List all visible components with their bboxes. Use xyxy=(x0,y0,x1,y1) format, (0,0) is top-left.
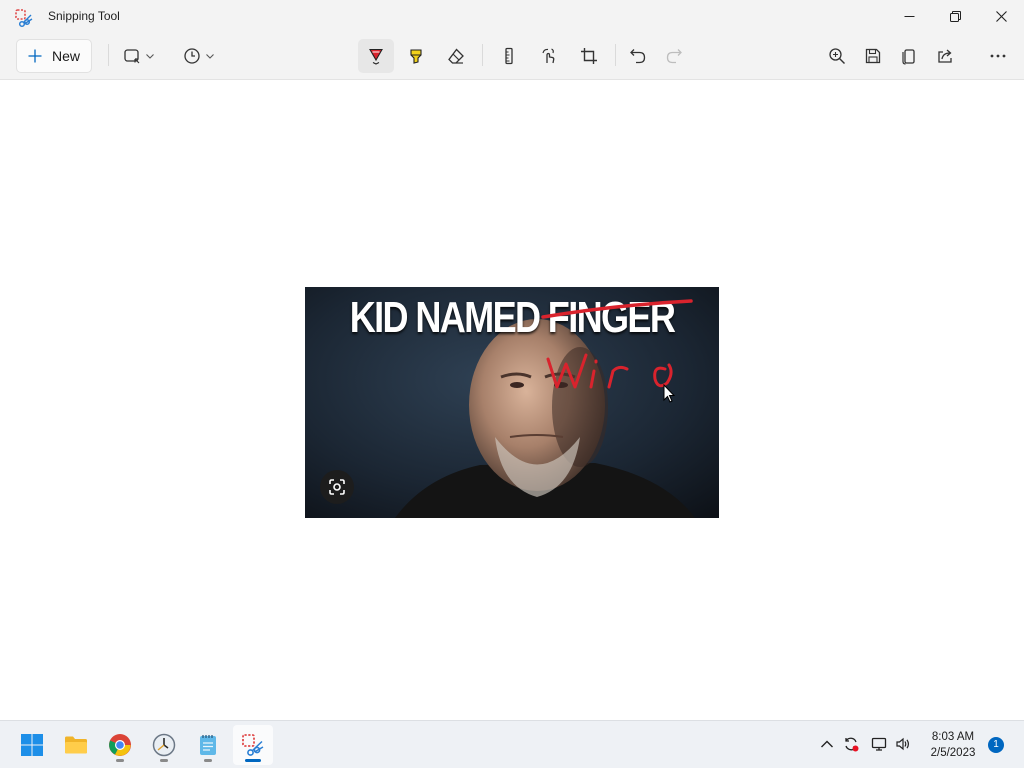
minimize-button[interactable] xyxy=(886,0,932,32)
snipping-tool-icon xyxy=(242,734,264,756)
chevron-down-icon xyxy=(206,54,214,59)
clock-time: 8:03 AM xyxy=(931,731,975,743)
snipping-tool-app-icon xyxy=(15,9,33,28)
new-snip-button[interactable]: New xyxy=(16,39,92,73)
minimize-icon xyxy=(904,15,914,17)
highlighter-icon xyxy=(410,49,422,64)
undo-button[interactable] xyxy=(620,39,656,73)
clock-date: 2/5/2023 xyxy=(930,747,976,759)
window-title: Snipping Tool xyxy=(48,9,120,23)
ruler-button[interactable] xyxy=(491,39,527,73)
clock-app-icon xyxy=(152,733,176,757)
more-icon xyxy=(990,54,1006,58)
snip-mode-dropdown[interactable] xyxy=(117,39,163,73)
chrome-icon xyxy=(109,734,131,756)
running-indicator xyxy=(204,759,212,762)
zoom-in-icon xyxy=(829,48,845,64)
pen-icon xyxy=(369,48,383,65)
copy-icon xyxy=(902,49,915,65)
crop-button[interactable] xyxy=(571,39,607,73)
taskbar-file-explorer[interactable] xyxy=(56,725,96,765)
close-button[interactable] xyxy=(978,0,1024,32)
toolbar-divider xyxy=(108,44,109,66)
highlighter-button[interactable] xyxy=(398,39,434,73)
delay-dropdown[interactable] xyxy=(177,39,223,73)
toolbar-divider xyxy=(482,44,483,66)
taskbar: 8:03 AM 2/5/2023 1 xyxy=(0,720,1024,768)
more-options-button[interactable] xyxy=(980,39,1016,73)
notification-badge[interactable]: 1 xyxy=(988,737,1004,753)
touch-writing-icon xyxy=(542,48,555,64)
active-indicator xyxy=(245,759,261,762)
ballpoint-pen-button[interactable] xyxy=(358,39,394,73)
redo-button[interactable] xyxy=(656,39,692,73)
share-icon xyxy=(938,49,952,63)
redo-icon xyxy=(666,49,682,64)
clock-icon xyxy=(184,48,200,64)
volume-button[interactable] xyxy=(893,733,913,755)
running-indicator xyxy=(116,759,124,762)
restore-button[interactable] xyxy=(932,0,978,32)
new-snip-label: New xyxy=(52,48,81,64)
title-bar: Snipping Tool xyxy=(0,0,1024,34)
network-button[interactable] xyxy=(869,733,889,755)
pen-annotation xyxy=(541,299,693,389)
eraser-icon xyxy=(448,48,464,64)
rectangle-snip-icon xyxy=(124,49,140,64)
taskbar-snipping-tool[interactable] xyxy=(233,725,273,765)
show-hidden-icons-button[interactable] xyxy=(817,733,837,755)
touch-writing-button[interactable] xyxy=(531,39,567,73)
chevron-up-icon xyxy=(821,740,833,748)
save-icon xyxy=(865,48,881,64)
folder-icon xyxy=(65,736,87,754)
mouse-cursor-icon xyxy=(663,384,675,403)
captured-snip-image[interactable]: KID NAMED FINGER xyxy=(305,287,719,518)
visual-search-icon xyxy=(329,479,345,495)
volume-icon xyxy=(896,737,909,751)
network-icon xyxy=(871,737,887,751)
notepad-icon xyxy=(200,735,216,755)
toolbar-divider xyxy=(615,44,616,66)
eraser-button[interactable] xyxy=(438,39,474,73)
taskbar-notepad[interactable] xyxy=(188,725,228,765)
tray-sync-icon-button[interactable] xyxy=(841,733,861,755)
chevron-down-icon xyxy=(146,54,154,59)
windows-logo-icon xyxy=(21,734,43,756)
crop-icon xyxy=(581,48,597,64)
save-button[interactable] xyxy=(855,39,891,73)
zoom-button[interactable] xyxy=(819,39,855,73)
copy-button[interactable] xyxy=(891,39,927,73)
ruler-icon xyxy=(505,47,513,65)
taskbar-clock-app[interactable] xyxy=(144,725,184,765)
snip-canvas[interactable]: KID NAMED FINGER xyxy=(0,81,1024,720)
taskbar-chrome[interactable] xyxy=(100,725,140,765)
running-indicator xyxy=(160,759,168,762)
sync-alert-icon xyxy=(845,737,859,752)
start-button[interactable] xyxy=(12,725,52,765)
plus-icon xyxy=(28,49,42,63)
visual-search-button[interactable] xyxy=(320,470,354,504)
undo-icon xyxy=(630,49,646,64)
close-icon xyxy=(995,10,1007,22)
snipping-tool-window: Snipping Tool New KID NAMED FINGER 8:03 … xyxy=(0,0,1024,768)
toolbar: New xyxy=(0,34,1024,80)
restore-icon xyxy=(949,10,961,22)
share-button[interactable] xyxy=(927,39,963,73)
taskbar-clock[interactable]: 8:03 AM 2/5/2023 xyxy=(920,729,986,761)
